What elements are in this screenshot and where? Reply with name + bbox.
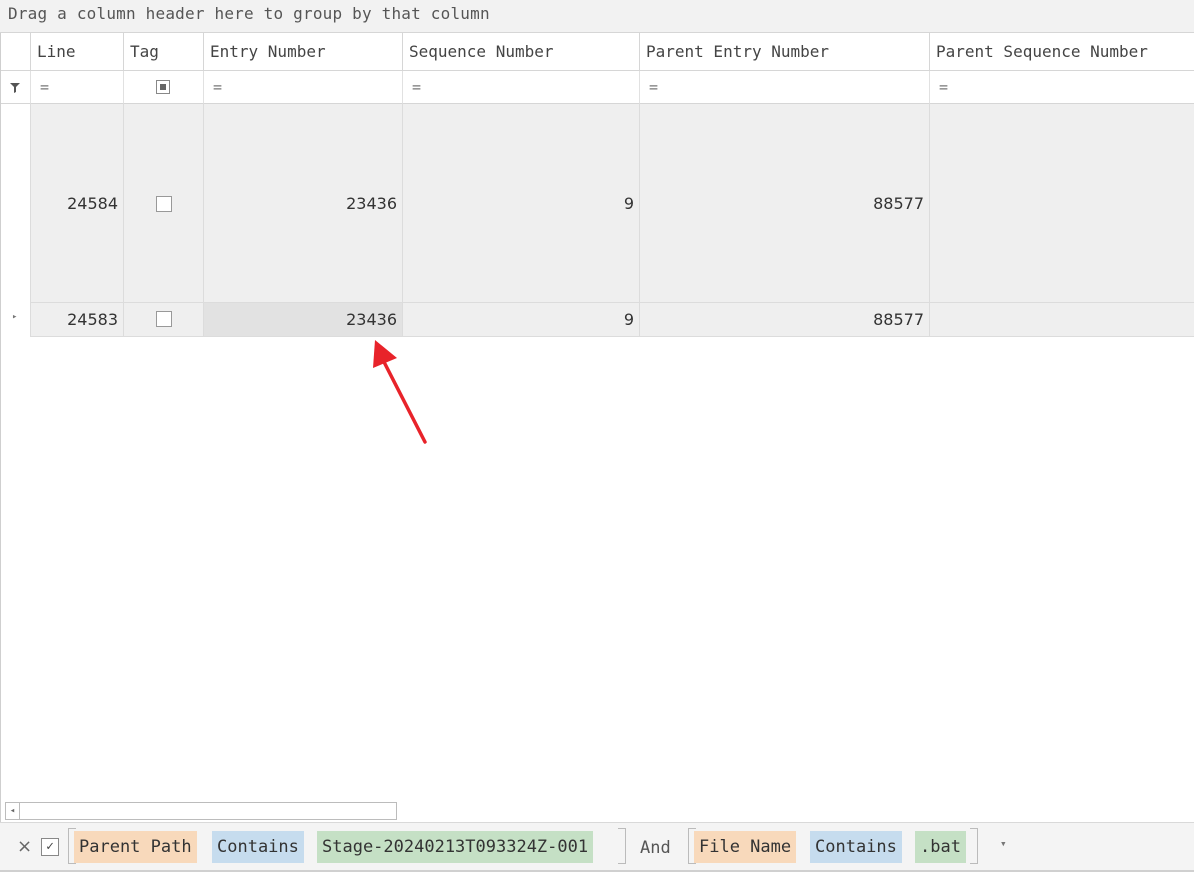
filter-cell-sequence-number[interactable]: = (403, 71, 640, 104)
funnel-icon (10, 83, 20, 93)
filter-conjunction[interactable]: And (640, 838, 671, 858)
filter-field-token[interactable]: File Name (694, 831, 797, 863)
table-row-cell-entry-number[interactable]: 23436 (204, 104, 403, 303)
table-row-cell-entry-number-focused[interactable]: 23436 (204, 303, 403, 337)
table-row-cell-parent-sequence-number[interactable] (930, 303, 1194, 337)
filter-operator-token[interactable]: Contains (810, 831, 902, 863)
filter-value-token[interactable]: Stage-20240213T093324Z-001 (317, 831, 594, 863)
enable-filter-checkbox[interactable]: ✓ (41, 838, 59, 856)
table-row-cell-parent-entry-number[interactable]: 88577 (640, 303, 930, 337)
table-row-cell-parent-entry-number[interactable]: 88577 (640, 104, 930, 303)
horizontal-scrollbar[interactable]: ◂ (5, 802, 397, 820)
row-indicator-current[interactable]: ▸ (0, 303, 31, 337)
column-header-entry-number[interactable]: Entry Number (204, 33, 403, 71)
table-row-cell-line[interactable]: 24584 (31, 104, 124, 303)
filter-field-token[interactable]: Parent Path (74, 831, 197, 863)
table-row-cell-tag[interactable] (124, 303, 204, 337)
table-row-cell-tag[interactable] (124, 104, 204, 303)
filter-cell-entry-number[interactable]: = (204, 71, 403, 104)
column-header-line[interactable]: Line (31, 33, 124, 71)
filter-cell-parent-sequence-number[interactable]: = (930, 71, 1194, 104)
row-indicator-header (0, 33, 31, 71)
column-header-parent-entry-number[interactable]: Parent Entry Number (640, 33, 930, 71)
column-header-parent-sequence-number[interactable]: Parent Sequence Number (930, 33, 1194, 71)
filter-value-token[interactable]: .bat (915, 831, 966, 863)
current-row-arrow-icon: ▸ (12, 312, 18, 322)
tag-filter-checkbox[interactable] (156, 80, 170, 94)
column-header-tag[interactable]: Tag (124, 33, 204, 71)
tag-checkbox[interactable] (156, 311, 172, 327)
column-header-sequence-number[interactable]: Sequence Number (403, 33, 640, 71)
table-row-cell-line[interactable]: 24583 (31, 303, 124, 337)
red-annotation-arrow (373, 340, 427, 444)
filter-cell-tag[interactable] (124, 71, 204, 104)
clear-filter-icon[interactable]: × (17, 836, 32, 857)
filter-dropdown-icon[interactable]: ▾ (1000, 837, 1007, 850)
table-row-cell-parent-sequence-number[interactable] (930, 104, 1194, 303)
condition-bracket-close (970, 828, 978, 864)
filter-operator-token[interactable]: Contains (212, 831, 304, 863)
condition-bracket-close (618, 828, 626, 864)
tag-checkbox[interactable] (156, 196, 172, 212)
filter-cell-parent-entry-number[interactable]: = (640, 71, 930, 104)
group-by-panel[interactable]: Drag a column header here to group by th… (0, 0, 1194, 33)
grid-left-border (0, 33, 1, 822)
table-row-cell-sequence-number[interactable]: 9 (403, 104, 640, 303)
table-row-cell-sequence-number[interactable]: 9 (403, 303, 640, 337)
filter-row-indicator (0, 71, 31, 104)
row-indicator[interactable] (0, 104, 31, 303)
filter-panel: × ✓ Parent Path Contains Stage-20240213T… (0, 822, 1194, 872)
filter-cell-line[interactable]: = (31, 71, 124, 104)
scroll-left-icon[interactable]: ◂ (6, 803, 20, 819)
group-by-hint: Drag a column header here to group by th… (8, 4, 490, 23)
